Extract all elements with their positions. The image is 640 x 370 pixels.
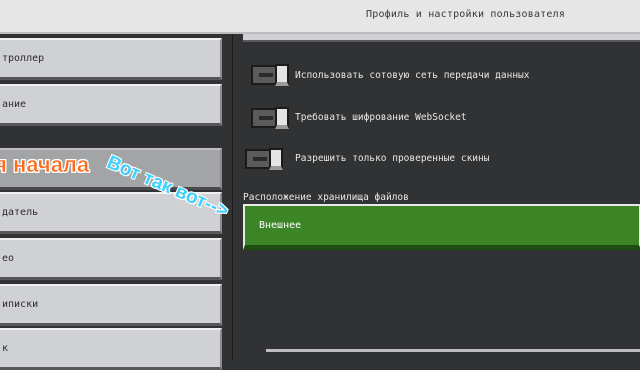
verified-skins-toggle[interactable]	[245, 148, 283, 170]
sidebar-item-controller[interactable]: троллер	[0, 38, 222, 80]
sidebar-item-label: датель	[2, 207, 39, 218]
settings-panel: Использовать сотовую сеть передачи данны…	[232, 34, 640, 360]
overlay-caption-1: я начала	[0, 152, 90, 178]
sidebar-item-8[interactable]: к	[0, 328, 222, 370]
bottom-divider	[266, 349, 640, 352]
sidebar-item-label: к	[2, 343, 9, 354]
sidebar-item-label: ео	[2, 253, 15, 264]
cellular-data-label: Использовать сотовую сеть передачи данны…	[295, 70, 530, 81]
toggle-knob	[275, 107, 289, 129]
sidebar-item-2[interactable]: ание	[0, 84, 222, 126]
toggle-groove	[259, 73, 273, 77]
sidebar-item-label: троллер	[2, 53, 45, 64]
sidebar-item-label: ание	[2, 99, 27, 110]
sidebar-item-video[interactable]: ео	[0, 238, 222, 280]
title-bar: Профиль и настройки пользователя	[0, 0, 640, 34]
toggle-knob	[269, 148, 283, 170]
page-title: Профиль и настройки пользователя	[366, 9, 566, 20]
storage-location-dropdown[interactable]: Внешнее	[243, 204, 640, 250]
sidebar-item-subscriptions[interactable]: иписки	[0, 284, 222, 326]
storage-location-label: Расположение хранилища файлов	[243, 192, 409, 203]
websocket-encryption-toggle[interactable]	[251, 107, 289, 129]
storage-location-value: Внешнее	[259, 220, 302, 231]
toggle-groove	[259, 116, 273, 120]
cellular-data-toggle[interactable]	[251, 64, 289, 86]
sidebar-item-label: иписки	[2, 299, 39, 310]
verified-skins-label: Разрешить только проверенные скины	[295, 153, 490, 164]
toggle-knob	[275, 64, 289, 86]
toggle-groove	[253, 157, 267, 161]
websocket-encryption-label: Требовать шифрование WebSocket	[295, 112, 467, 123]
panel-top-divider	[243, 34, 640, 42]
